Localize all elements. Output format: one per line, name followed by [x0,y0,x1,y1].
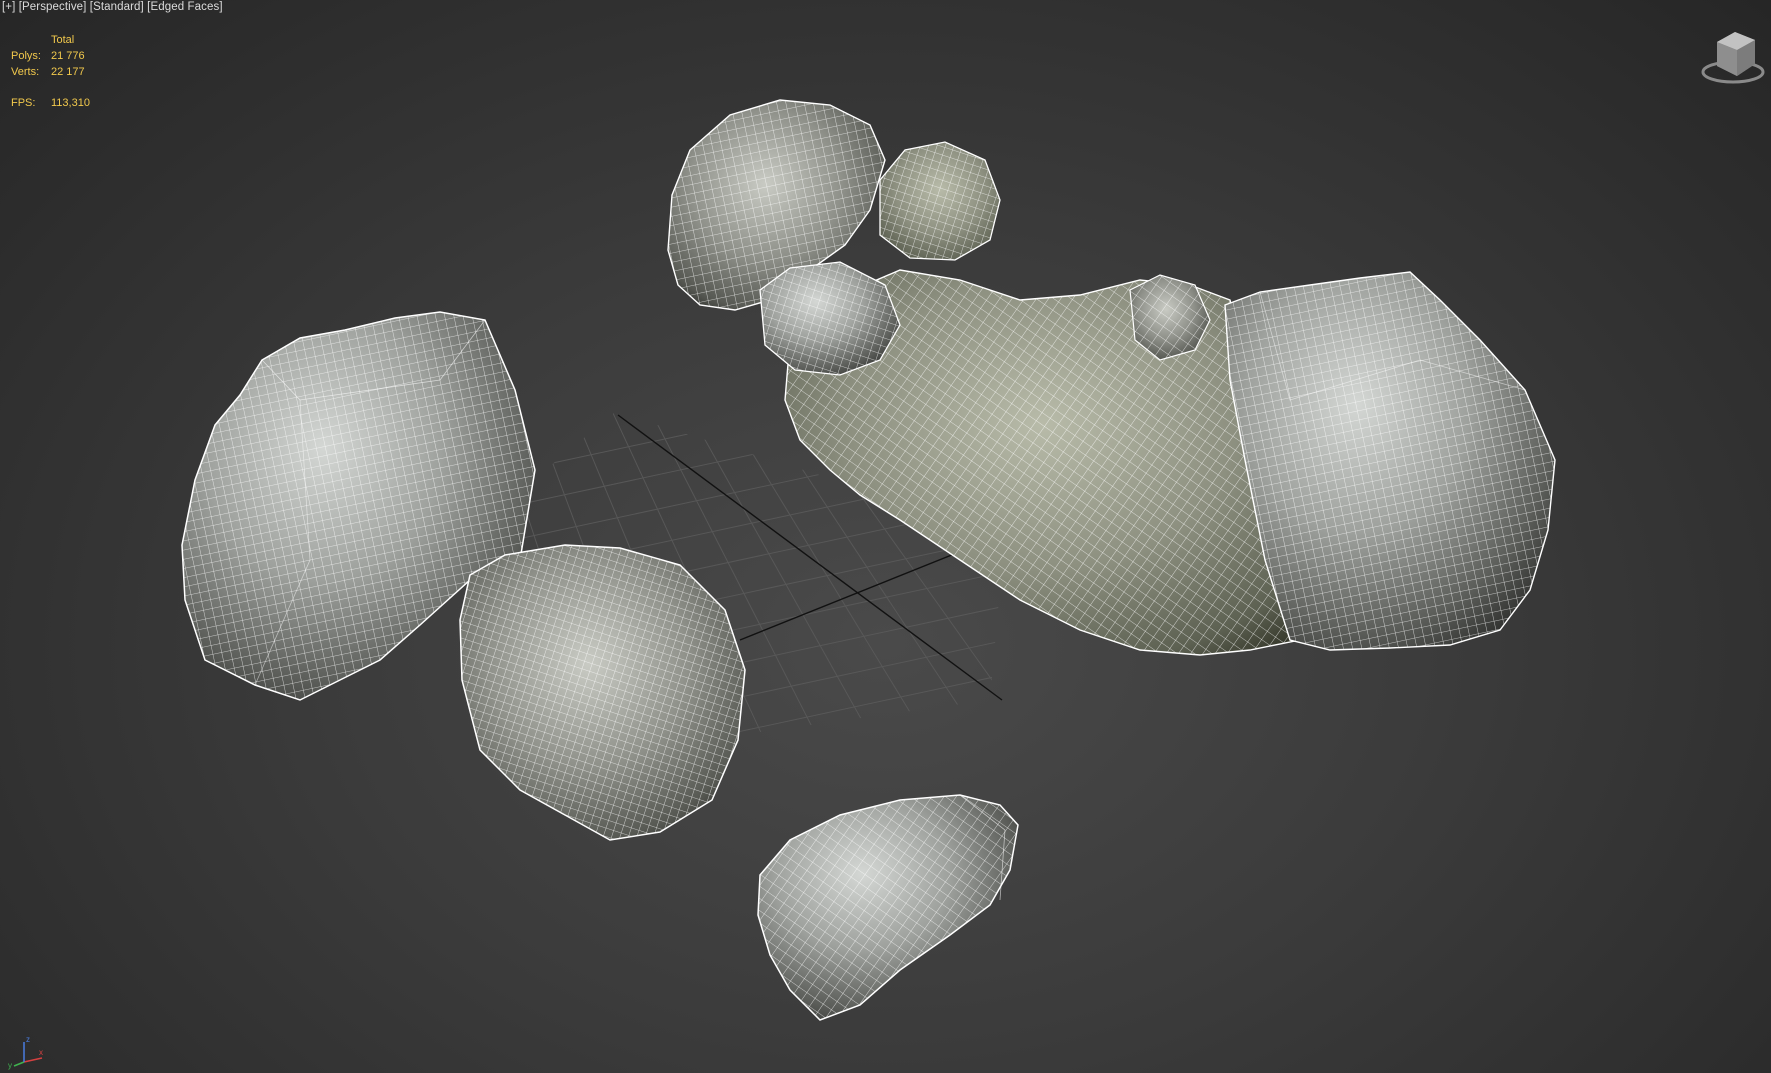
viewport-point-of-view-menu[interactable]: [Perspective] [19,1,87,13]
axis-y-label: y [8,1061,12,1070]
axis-tripod-icon: z x y [8,1035,43,1070]
viewport-display-menu[interactable]: [Edged Faces] [147,1,222,13]
rock-front[interactable] [757,794,1019,1021]
polys-value: 21 776 [51,50,85,62]
viewport-general-menu[interactable]: [+] [2,1,15,13]
perspective-viewport[interactable]: [+] [Perspective] [Standard] [Edged Face… [0,0,1771,1073]
verts-value: 22 177 [51,66,85,78]
polys-label: Polys: [11,50,41,62]
verts-label: Verts: [11,66,40,78]
rock-cluster-back[interactable] [667,99,1556,656]
fps-label: FPS: [11,97,36,109]
axis-z-label: z [26,1035,30,1044]
rock-left-small[interactable] [459,544,746,841]
fps-value: 113,310 [51,97,90,109]
viewport-label-menu[interactable]: [+] [Perspective] [Standard] [Edged Face… [2,1,223,13]
stats-header: Total [51,34,75,46]
axis-x-label: x [39,1048,43,1057]
viewport-shading-menu[interactable]: [Standard] [90,1,144,13]
viewport-scene[interactable] [0,0,1771,1073]
viewcube-icon[interactable] [1695,20,1765,90]
